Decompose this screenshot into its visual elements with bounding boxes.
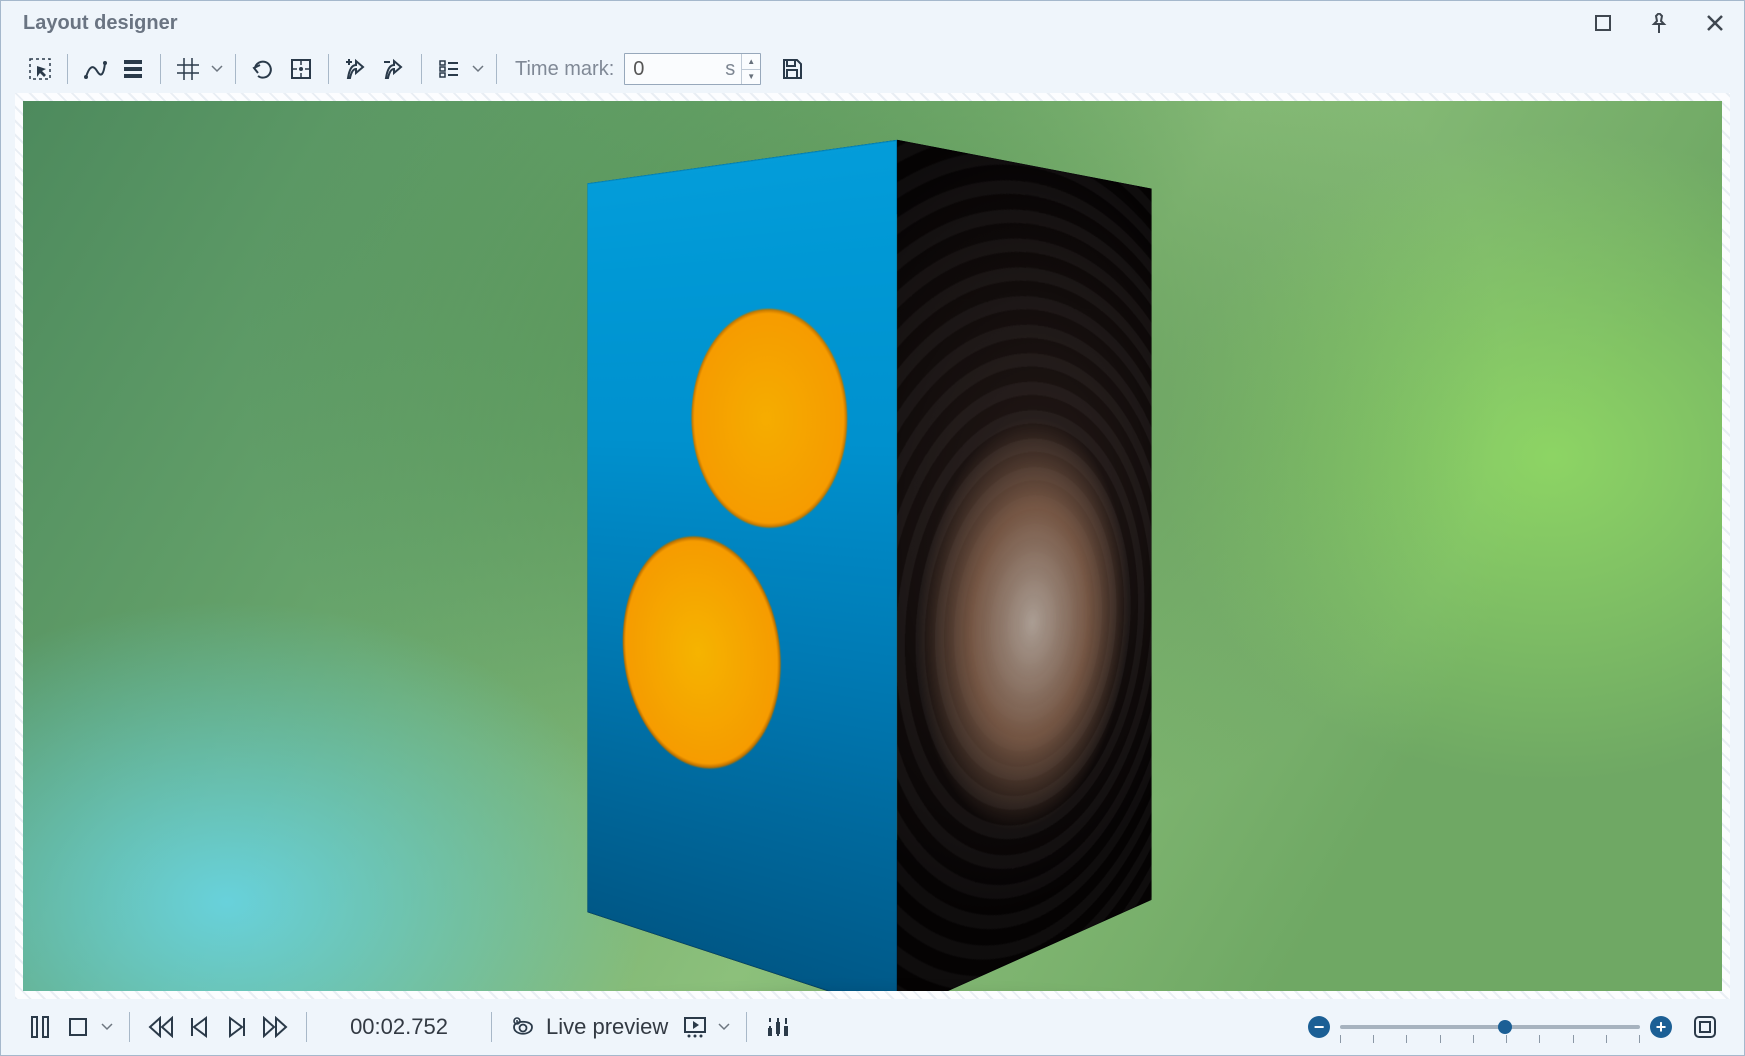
equalizer-button[interactable] <box>761 1010 795 1044</box>
pin-icon <box>1650 13 1668 33</box>
separator <box>306 1012 307 1042</box>
separator <box>491 1012 492 1042</box>
undo-icon <box>251 57 275 81</box>
stop-button[interactable] <box>61 1010 95 1044</box>
path-icon <box>83 57 107 81</box>
spinner-down[interactable]: ▼ <box>742 70 760 85</box>
pause-button[interactable] <box>23 1010 57 1044</box>
fast-forward-icon <box>262 1016 288 1038</box>
path-tool-button[interactable] <box>78 52 112 86</box>
rewind-icon <box>148 1016 174 1038</box>
stack-icon <box>121 57 145 81</box>
cube-left-face <box>587 140 897 991</box>
keyframe-remove-icon <box>382 57 406 81</box>
focus-tool-button[interactable] <box>284 52 318 86</box>
chevron-down-icon <box>718 1023 730 1031</box>
zoom-control: − + <box>1308 1015 1672 1039</box>
time-mark-spinner: ▲ ▼ <box>741 54 760 84</box>
prev-frame-button[interactable] <box>182 1010 216 1044</box>
separator <box>746 1012 747 1042</box>
spinner-up[interactable]: ▲ <box>742 54 760 70</box>
stop-icon <box>67 1016 89 1038</box>
separator <box>421 54 422 84</box>
preview-canvas[interactable] <box>23 101 1722 991</box>
undo-button[interactable] <box>246 52 280 86</box>
close-icon <box>1706 14 1724 32</box>
maximize-icon <box>1594 14 1612 32</box>
grid-dropdown[interactable] <box>209 52 225 86</box>
save-icon <box>780 57 804 81</box>
grid-icon <box>176 57 200 81</box>
top-toolbar: Time mark: s ▲ ▼ <box>1 45 1744 93</box>
cube-shadow <box>513 986 1233 991</box>
grid-tool-button[interactable] <box>171 52 205 86</box>
list-icon <box>437 57 461 81</box>
separator <box>67 54 68 84</box>
save-button[interactable] <box>775 52 809 86</box>
preview-mode-button[interactable] <box>678 1010 712 1044</box>
fast-forward-button[interactable] <box>258 1010 292 1044</box>
separator <box>496 54 497 84</box>
stack-tool-button[interactable] <box>116 52 150 86</box>
select-tool-button[interactable] <box>23 52 57 86</box>
separator <box>160 54 161 84</box>
keyframe-add-button[interactable] <box>339 52 373 86</box>
separator <box>328 54 329 84</box>
stop-dropdown[interactable] <box>99 1010 115 1044</box>
rewind-button[interactable] <box>144 1010 178 1044</box>
pause-icon <box>29 1015 51 1039</box>
chevron-down-icon <box>101 1023 113 1031</box>
chevron-down-icon <box>211 65 223 73</box>
chevron-down-icon <box>472 65 484 73</box>
layout-designer-window: Layout designer <box>0 0 1745 1056</box>
live-preview-label: Live preview <box>546 1014 668 1040</box>
time-mark-unit: s <box>725 58 741 81</box>
monitor-play-icon <box>683 1016 707 1038</box>
focus-icon <box>289 57 313 81</box>
zoom-in-button[interactable]: + <box>1650 1016 1672 1038</box>
fit-view-button[interactable] <box>1688 1010 1722 1044</box>
preview-mode-dropdown[interactable] <box>716 1010 732 1044</box>
time-mark-label: Time mark: <box>515 58 614 81</box>
next-frame-button[interactable] <box>220 1010 254 1044</box>
keyframe-remove-button[interactable] <box>377 52 411 86</box>
separator <box>235 54 236 84</box>
eye-icon <box>510 1016 536 1038</box>
window-title: Layout designer <box>23 12 177 35</box>
fit-icon <box>1693 1015 1717 1039</box>
live-preview-toggle[interactable] <box>506 1010 540 1044</box>
close-button[interactable] <box>1700 8 1730 38</box>
slider-thumb[interactable] <box>1498 1020 1512 1034</box>
canvas-area <box>15 93 1730 999</box>
window-controls <box>1588 8 1730 38</box>
slider-track-line <box>1340 1025 1640 1029</box>
list-tool-button[interactable] <box>432 52 466 86</box>
maximize-button[interactable] <box>1588 8 1618 38</box>
next-frame-icon <box>226 1016 248 1038</box>
titlebar: Layout designer <box>1 1 1744 45</box>
slider-ticks <box>1340 1035 1640 1043</box>
pin-button[interactable] <box>1644 8 1674 38</box>
selection-icon <box>28 57 52 81</box>
cube <box>733 167 1037 951</box>
timecode-display: 00:02.752 <box>335 1014 463 1040</box>
list-dropdown[interactable] <box>470 52 486 86</box>
time-mark-field[interactable] <box>625 58 725 81</box>
time-mark-input[interactable]: s ▲ ▼ <box>624 53 761 85</box>
zoom-out-button[interactable]: − <box>1308 1016 1330 1038</box>
playback-bar: 00:02.752 Live preview − + <box>1 999 1744 1055</box>
keyframe-add-icon <box>344 57 368 81</box>
cube-right-face <box>896 140 1151 991</box>
prev-frame-icon <box>188 1016 210 1038</box>
separator <box>129 1012 130 1042</box>
equalizer-icon <box>767 1016 789 1038</box>
zoom-slider[interactable] <box>1340 1015 1640 1039</box>
cube-transition <box>673 186 1073 906</box>
